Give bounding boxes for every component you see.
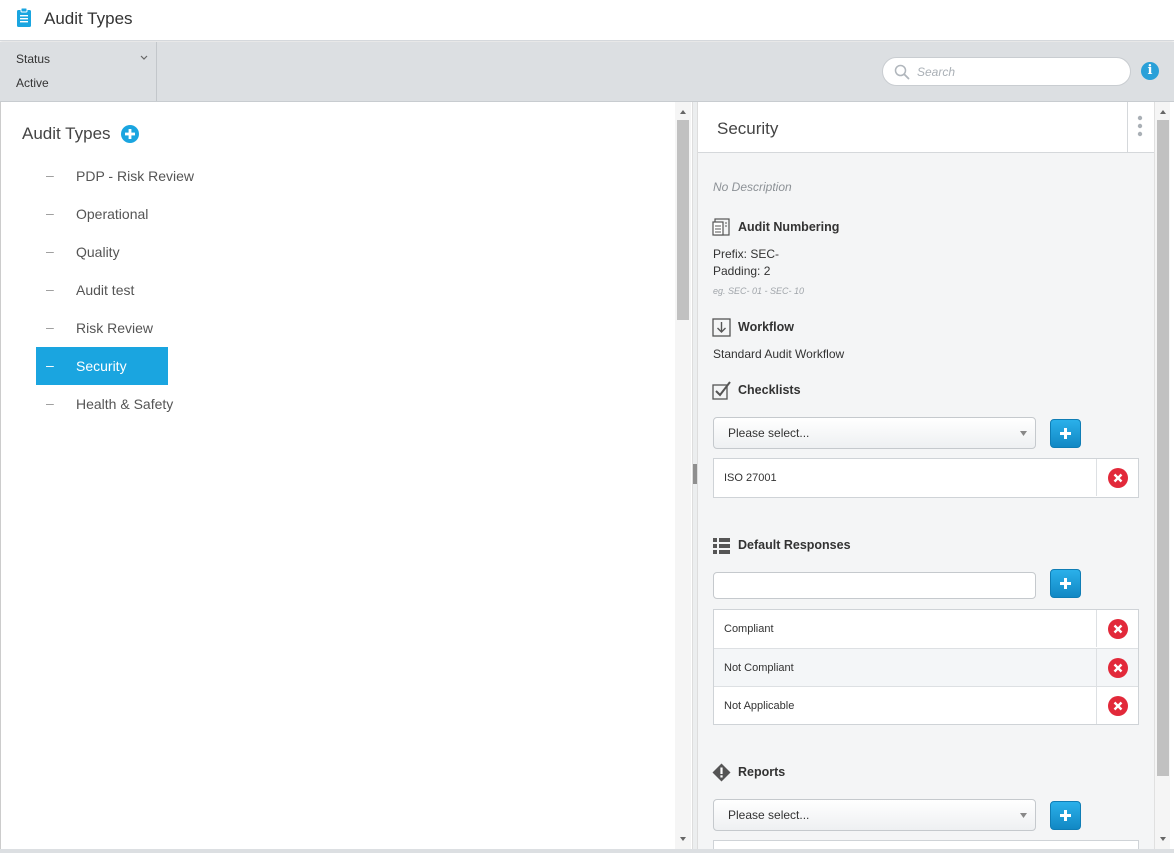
tree-item-dash: – xyxy=(46,281,54,297)
detail-header: Security xyxy=(698,102,1154,153)
tree-item-label: Risk Review xyxy=(76,320,154,336)
tree-item-dash: – xyxy=(46,319,54,335)
caret-down-icon xyxy=(1020,813,1027,818)
clipboard-icon xyxy=(17,7,31,27)
reports-list xyxy=(713,840,1139,849)
default-responses-title: Default Responses xyxy=(738,538,851,552)
numbering-icon xyxy=(712,218,730,236)
scroll-down-icon[interactable] xyxy=(1159,835,1167,843)
report-select[interactable]: Please select... xyxy=(713,799,1036,831)
reports-title: Reports xyxy=(738,765,786,779)
default-response-input[interactable] xyxy=(713,572,1036,599)
delete-icon xyxy=(1108,658,1128,678)
tree-item-dash: – xyxy=(46,395,54,411)
tree-scrollbar[interactable] xyxy=(675,102,691,849)
remove-checklist-button[interactable] xyxy=(1096,459,1138,496)
tree-item-label: Health & Safety xyxy=(76,396,174,412)
tree-item-dash: – xyxy=(46,243,54,259)
tree-item-security[interactable]: – Security xyxy=(36,347,168,385)
delete-icon xyxy=(1108,619,1128,639)
header-divider xyxy=(1127,102,1128,153)
status-filter-value: Active xyxy=(16,76,49,90)
numbering-title: Audit Numbering xyxy=(738,220,840,234)
tree-item-label: Audit test xyxy=(76,282,135,298)
delete-icon xyxy=(1108,696,1128,716)
scroll-up-icon[interactable] xyxy=(1159,108,1167,116)
plus-icon xyxy=(1060,428,1071,439)
list-item: Not Applicable xyxy=(714,686,1138,724)
checklists-title: Checklists xyxy=(738,383,801,397)
detail-title: Security xyxy=(717,119,779,138)
list-item-label: Compliant xyxy=(724,623,774,635)
tree-heading: Audit Types xyxy=(22,124,111,143)
scroll-up-icon[interactable] xyxy=(679,108,687,116)
detail-scrollbar[interactable] xyxy=(1154,102,1170,849)
checklist-list: ISO 27001 xyxy=(713,458,1139,498)
remove-response-button[interactable] xyxy=(1096,610,1138,647)
filter-bar: Status Active xyxy=(0,42,1174,102)
delete-icon xyxy=(1108,468,1128,488)
list-item-label: Not Applicable xyxy=(724,700,795,712)
plus-icon xyxy=(1060,810,1071,821)
list-item-label: Not Compliant xyxy=(724,662,794,674)
list-item: Not Compliant xyxy=(714,648,1138,686)
plus-icon xyxy=(1060,578,1071,589)
report-select-value: Please select... xyxy=(728,808,810,822)
add-default-response-button[interactable] xyxy=(1050,569,1081,598)
tree-item-audit-test[interactable]: – Audit test xyxy=(36,271,168,309)
add-audit-type-icon[interactable] xyxy=(121,125,139,143)
tree-item-operational[interactable]: – Operational xyxy=(36,195,168,233)
scroll-down-icon[interactable] xyxy=(679,835,687,843)
tree-item-label: Security xyxy=(76,358,127,374)
tree-item-dash: – xyxy=(46,357,54,373)
chevron-down-icon xyxy=(140,55,148,60)
tree-item-label: Operational xyxy=(76,206,149,222)
bottom-edge xyxy=(0,849,1174,853)
tree-item-risk-review[interactable]: – Risk Review xyxy=(36,309,168,347)
title-bar: Audit Types xyxy=(0,0,1174,41)
tree-item-pdp-risk-review[interactable]: – PDP - Risk Review xyxy=(36,157,194,195)
audit-types-tree-panel: Audit Types – PDP - Risk Review – Operat… xyxy=(0,102,692,849)
splitter-grip[interactable] xyxy=(693,464,697,484)
tree-item-label: PDP - Risk Review xyxy=(76,168,194,184)
checklist-icon xyxy=(712,381,731,400)
info-icon[interactable]: i xyxy=(1141,62,1159,80)
detail-scroll-thumb[interactable] xyxy=(1157,120,1169,776)
tree-item-quality[interactable]: – Quality xyxy=(36,233,168,271)
checklist-select-value: Please select... xyxy=(728,426,810,440)
tree-scroll-thumb[interactable] xyxy=(677,120,689,320)
list-item: ISO 27001 xyxy=(714,459,1138,497)
tree-item-dash: – xyxy=(46,205,54,221)
add-report-button[interactable] xyxy=(1050,801,1081,830)
tree-item-dash: – xyxy=(46,167,54,183)
checklist-select[interactable]: Please select... xyxy=(713,417,1036,449)
detail-description: No Description xyxy=(713,180,792,194)
add-checklist-button[interactable] xyxy=(1050,419,1081,448)
list-item: Compliant xyxy=(714,610,1138,648)
remove-response-button[interactable] xyxy=(1096,649,1138,686)
default-responses-list: Compliant Not Compliant Not Applicable xyxy=(713,609,1139,725)
list-icon xyxy=(713,538,730,554)
status-filter-label: Status xyxy=(16,52,51,66)
numbering-prefix: Prefix: SEC- xyxy=(713,247,780,261)
workflow-title: Workflow xyxy=(738,320,795,334)
search-input[interactable] xyxy=(882,57,1131,86)
numbering-padding: Padding: 2 xyxy=(713,264,771,278)
more-options-icon[interactable] xyxy=(1137,115,1143,137)
status-filter-dropdown[interactable]: Status Active xyxy=(2,42,157,101)
tree-item-health-and-safety[interactable]: – Health & Safety xyxy=(36,385,173,423)
app-title: Audit Types xyxy=(44,9,133,28)
workflow-download-icon xyxy=(712,318,731,337)
numbering-example: eg. SEC- 01 - SEC- 10 xyxy=(713,286,805,296)
remove-response-button[interactable] xyxy=(1096,687,1138,724)
warning-diamond-icon xyxy=(712,763,731,782)
list-item-label: ISO 27001 xyxy=(724,472,777,484)
audit-type-detail-panel: Security No Description Audit Numbering … xyxy=(698,102,1154,849)
workflow-value: Standard Audit Workflow xyxy=(713,347,845,361)
caret-down-icon xyxy=(1020,431,1027,436)
tree-item-label: Quality xyxy=(76,244,120,260)
